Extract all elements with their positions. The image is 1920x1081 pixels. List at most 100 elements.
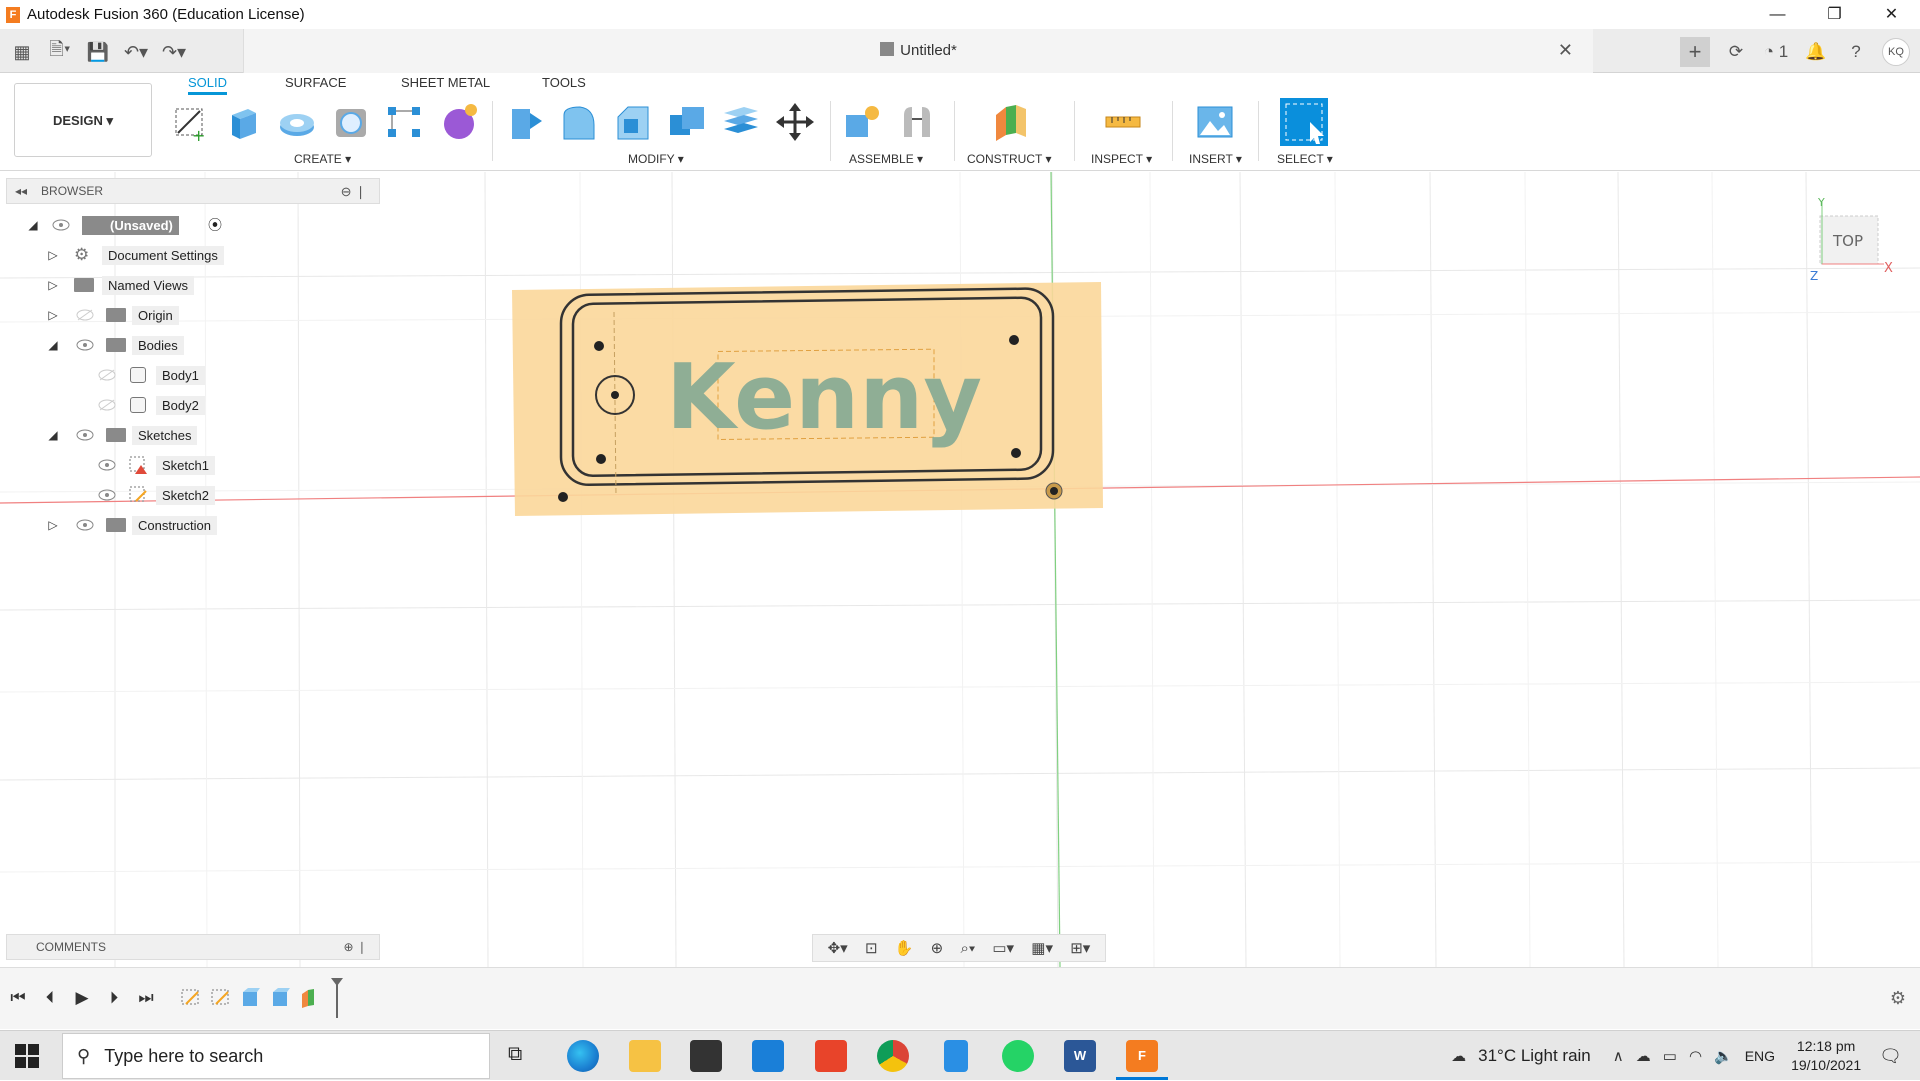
chevron-up-icon[interactable]: ∧ — [1613, 1047, 1624, 1065]
extrude-icon[interactable] — [222, 101, 264, 143]
joint-icon[interactable] — [896, 101, 938, 143]
display-settings-icon[interactable]: ▭▾ — [992, 939, 1014, 957]
save-icon[interactable]: 💾 — [84, 42, 112, 63]
move-copy-icon[interactable] — [774, 101, 816, 143]
step-back-icon[interactable]: ⏴ — [40, 988, 60, 1008]
viewport-canvas[interactable]: Kenny TOP Y X Z — [0, 172, 1920, 967]
task-view-icon[interactable]: ⧉ — [508, 1043, 522, 1066]
go-to-end-icon[interactable]: ⏭ — [136, 988, 156, 1008]
microsoft-store-icon[interactable] — [690, 1040, 722, 1072]
shell-icon[interactable] — [330, 101, 372, 143]
timeline-settings-gear-icon[interactable]: ⚙ — [1890, 988, 1906, 1009]
viewports-icon[interactable]: ⊞▾ — [1070, 939, 1090, 957]
create-sketch-icon[interactable]: + — [168, 101, 210, 143]
play-icon[interactable]: ▶ — [72, 988, 92, 1008]
add-comment-icon[interactable]: ⊕ ❘ — [344, 935, 367, 959]
expanded-triangle-icon[interactable]: ◢ — [26, 218, 40, 232]
windows-start-icon[interactable] — [14, 1043, 40, 1069]
workspace-switcher-button[interactable]: DESIGN ▾ — [14, 83, 152, 157]
split-body-icon[interactable] — [720, 101, 762, 143]
revolve-icon[interactable] — [276, 101, 318, 143]
tab-tools[interactable]: TOOLS — [542, 75, 586, 90]
activate-radio-icon[interactable]: ⦿ — [208, 215, 222, 235]
mail-icon[interactable] — [752, 1040, 784, 1072]
office-icon[interactable] — [815, 1040, 847, 1072]
select-menu[interactable]: SELECT ▾ — [1277, 152, 1333, 166]
document-tab[interactable]: Untitled* ✕ — [243, 29, 1593, 73]
visibility-eye-icon[interactable] — [76, 429, 94, 441]
timeline-plane-icon[interactable] — [300, 986, 322, 1008]
edge-browser-icon[interactable] — [567, 1040, 599, 1072]
file-menu-icon[interactable]: 🗎▾ — [46, 37, 74, 67]
expanded-triangle-icon[interactable]: ◢ — [46, 338, 60, 352]
collapsed-triangle-icon[interactable]: ▷ — [46, 248, 60, 262]
hidden-eye-icon[interactable] — [76, 309, 94, 321]
visibility-eye-icon[interactable] — [52, 219, 70, 231]
modify-menu[interactable]: MODIFY ▾ — [628, 152, 684, 166]
select-icon[interactable] — [1280, 98, 1328, 146]
notification-center-icon[interactable]: 🗨 — [1879, 1046, 1902, 1067]
root-component-label[interactable]: (Unsaved) — [82, 215, 179, 235]
grid-settings-icon[interactable]: ▦▾ — [1031, 939, 1053, 957]
user-avatar[interactable]: KQ — [1882, 38, 1910, 66]
hidden-eye-icon[interactable] — [98, 399, 116, 411]
visibility-eye-icon[interactable] — [98, 489, 116, 501]
comments-panel[interactable]: COMMENTS ⊕ ❘ — [6, 934, 380, 960]
whatsapp-icon[interactable] — [1002, 1040, 1034, 1072]
kenny-text[interactable]: Kenny — [666, 345, 982, 450]
collapse-browser-icon[interactable]: ◂◂ — [15, 184, 27, 198]
viewcube[interactable]: TOP Y X Z — [1810, 196, 1893, 283]
extensions-icon[interactable]: ⟳ — [1722, 42, 1750, 62]
zoom-icon[interactable]: ⊕ — [931, 939, 944, 957]
redo-icon[interactable]: ↷▾ — [160, 42, 188, 63]
create-menu[interactable]: CREATE ▾ — [294, 152, 351, 166]
construct-menu[interactable]: CONSTRUCT ▾ — [967, 152, 1051, 166]
close-document-icon[interactable]: ✕ — [1558, 40, 1573, 61]
step-forward-icon[interactable]: ⏵ — [104, 988, 124, 1008]
viewcube-face-label[interactable]: TOP — [1832, 232, 1863, 250]
create-form-icon[interactable] — [438, 101, 480, 143]
word-icon[interactable]: W — [1064, 1040, 1096, 1072]
onedrive-icon[interactable]: ☁ — [1636, 1047, 1651, 1065]
timeline-marker-icon[interactable] — [330, 978, 344, 1018]
weather-text[interactable]: 31°C Light rain — [1478, 1046, 1591, 1066]
press-pull-icon[interactable] — [504, 101, 546, 143]
collapsed-triangle-icon[interactable]: ▷ — [46, 518, 60, 532]
timeline-extrude-icon[interactable] — [270, 986, 292, 1008]
new-tab-button[interactable]: + — [1680, 37, 1710, 67]
rectangular-pattern-icon[interactable] — [384, 101, 426, 143]
taskbar-search-box[interactable]: ⚲ Type here to search — [62, 1033, 490, 1079]
chrome-icon[interactable] — [877, 1040, 909, 1072]
notifications-bell-icon[interactable]: 🔔 — [1802, 42, 1830, 62]
clock[interactable]: 12:18 pm 19/10/2021 — [1791, 1037, 1861, 1075]
hidden-eye-icon[interactable] — [98, 369, 116, 381]
assemble-menu[interactable]: ASSEMBLE ▾ — [849, 152, 923, 166]
phone-link-icon[interactable] — [944, 1040, 968, 1072]
undo-icon[interactable]: ↶▾ — [122, 42, 150, 63]
tab-solid[interactable]: SOLID — [188, 75, 228, 95]
volume-icon[interactable]: 🔈 — [1714, 1047, 1733, 1065]
inspect-menu[interactable]: INSPECT ▾ — [1091, 152, 1152, 166]
restore-button[interactable]: ❐ — [1806, 0, 1863, 29]
pan-hand-icon[interactable]: ✋ — [895, 939, 914, 957]
expanded-triangle-icon[interactable]: ◢ — [46, 428, 60, 442]
wifi-icon[interactable]: ◠ — [1689, 1047, 1702, 1065]
visibility-eye-icon[interactable] — [76, 339, 94, 351]
collapsed-triangle-icon[interactable]: ▷ — [46, 308, 60, 322]
measure-icon[interactable] — [1102, 101, 1144, 143]
help-icon[interactable]: ? — [1842, 42, 1870, 62]
visibility-eye-icon[interactable] — [76, 519, 94, 531]
insert-image-icon[interactable] — [1194, 101, 1236, 143]
insert-menu[interactable]: INSERT ▾ — [1189, 152, 1242, 166]
language-indicator[interactable]: ENG — [1745, 1048, 1775, 1064]
orbit-icon[interactable]: ✥▾ — [828, 939, 848, 957]
browser-toggle-icon[interactable]: ⊖ ❘ — [341, 184, 366, 200]
collapsed-triangle-icon[interactable]: ▷ — [46, 278, 60, 292]
design-viewport[interactable]: Kenny TOP Y X Z — [0, 172, 1920, 967]
job-status-icon[interactable]: ◔ 1 — [1762, 42, 1790, 62]
timeline-sketch-icon[interactable] — [210, 986, 232, 1008]
chamfer-icon[interactable] — [612, 101, 654, 143]
go-to-start-icon[interactable]: ⏮ — [8, 988, 28, 1008]
data-panel-grid-icon[interactable]: ▦ — [8, 42, 36, 63]
fusion-taskbar-icon[interactable]: F — [1126, 1040, 1158, 1072]
